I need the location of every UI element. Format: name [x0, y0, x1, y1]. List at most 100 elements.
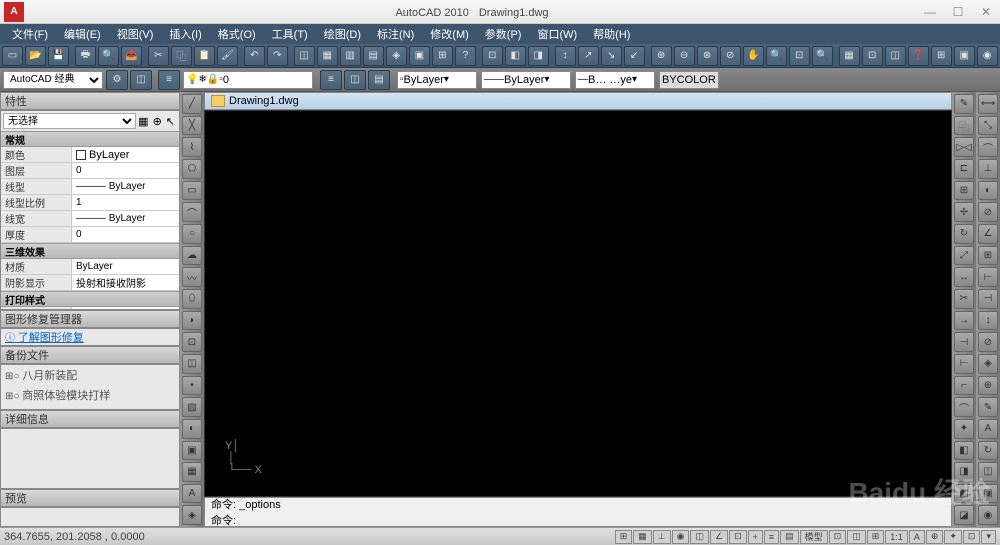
tool-icon[interactable]: ▣ [978, 484, 998, 504]
preview-header[interactable]: 预览 [0, 489, 180, 507]
prop-value[interactable]: 1 [71, 195, 179, 210]
fillet-icon[interactable]: ⌒ [954, 397, 974, 417]
recover-panel-header[interactable]: 图形修复管理器 [0, 310, 180, 328]
tool-icon[interactable]: ⊡ [482, 46, 503, 66]
join-icon[interactable]: ⊢ [954, 354, 974, 374]
prop-value[interactable]: ——— ByLayer [71, 211, 179, 226]
lineweight-combo[interactable]: — B… …ye ▾ [575, 71, 655, 89]
circle-icon[interactable]: ○ [182, 224, 202, 244]
grid-toggle[interactable]: ▦ [633, 530, 652, 544]
menu-draw[interactable]: 绘图(D) [316, 24, 369, 44]
properties-panel-header[interactable]: 特性 [0, 92, 180, 110]
prop-value[interactable]: ByLayer [71, 259, 179, 274]
layer-props-icon[interactable]: ≡ [158, 70, 180, 90]
tool-icon[interactable]: ◫ [294, 46, 315, 66]
preview-icon[interactable]: 🔍 [98, 46, 119, 66]
dim-space-icon[interactable]: ↕ [978, 311, 998, 331]
tool-icon[interactable]: ⊘ [720, 46, 741, 66]
trim-icon[interactable]: ✂ [954, 289, 974, 309]
command-line[interactable]: 命令: _options 命令: [204, 497, 952, 527]
center-mark-icon[interactable]: ⊕ [978, 376, 998, 396]
zoom-prev-icon[interactable]: 🔍 [812, 46, 833, 66]
tool-icon[interactable]: ⊞ [432, 46, 453, 66]
prop-group-3d[interactable]: 三维效果 [1, 243, 179, 259]
dim-diameter-icon[interactable]: ⊘ [978, 202, 998, 222]
polar-toggle[interactable]: ◉ [672, 530, 690, 544]
backup-item[interactable]: ⊞○ 八月新装配 [1, 365, 179, 385]
tool-icon[interactable]: ⊡ [963, 530, 981, 544]
qp-toggle[interactable]: ▤ [780, 530, 799, 544]
ellipse-arc-icon[interactable]: ◗ [182, 311, 202, 331]
layer-tool-icon[interactable]: ▤ [368, 70, 390, 90]
dim-arc-icon[interactable]: ⌒ [978, 137, 998, 157]
gradient-icon[interactable]: ◐ [182, 419, 202, 439]
ortho-toggle[interactable]: ⊥ [653, 530, 671, 544]
pan-icon[interactable]: ✋ [743, 46, 764, 66]
tool-icon[interactable]: ⊖ [674, 46, 695, 66]
zoom-icon[interactable]: 🔍 [766, 46, 787, 66]
cut-icon[interactable]: ✂ [148, 46, 169, 66]
minimize-button[interactable]: — [916, 2, 944, 22]
tool-icon[interactable]: ⊡ [862, 46, 883, 66]
quickselect-icon[interactable]: ▦ [136, 115, 150, 128]
prop-value[interactable]: ByLayer [71, 147, 179, 162]
tool-icon[interactable]: ◫ [130, 70, 152, 90]
open-icon[interactable]: 📂 [25, 46, 46, 66]
tool-icon[interactable]: ⊞ [867, 530, 885, 544]
scale-icon[interactable]: ⤢ [954, 246, 974, 266]
plot-icon[interactable]: 🖶 [75, 46, 96, 66]
undo-icon[interactable]: ↶ [244, 46, 265, 66]
dyn-toggle[interactable]: + [748, 530, 763, 544]
recover-link[interactable]: ⓘ 了解图形修复 [1, 329, 88, 346]
coordinates-display[interactable]: 364.7655, 201.2058 , 0.0000 [4, 531, 184, 543]
match-icon[interactable]: 🖌 [217, 46, 238, 66]
dim-aligned-icon[interactable]: ⤡ [978, 116, 998, 136]
tool-icon[interactable]: ▤ [363, 46, 384, 66]
tool-icon[interactable]: ✦ [944, 530, 962, 544]
ellipse-icon[interactable]: ⬯ [182, 289, 202, 309]
menu-tools[interactable]: 工具(T) [264, 24, 316, 44]
dim-baseline-icon[interactable]: ⊢ [978, 267, 998, 287]
tool-icon[interactable]: ↘ [601, 46, 622, 66]
annovis-button[interactable]: A [909, 530, 925, 544]
offset-icon[interactable]: ⊏ [954, 159, 974, 179]
arc-icon[interactable]: ⌒ [182, 202, 202, 222]
prop-value[interactable]: 投射和接收阴影 [71, 275, 179, 290]
tool-icon[interactable]: ? [455, 46, 476, 66]
dim-quick-icon[interactable]: ⊞ [978, 246, 998, 266]
tool-icon[interactable]: ⊗ [697, 46, 718, 66]
menu-modify[interactable]: 修改(M) [422, 24, 477, 44]
tool-icon[interactable]: ⊕ [926, 530, 944, 544]
polygon-icon[interactable]: ⬠ [182, 159, 202, 179]
dim-edit-icon[interactable]: ✎ [978, 397, 998, 417]
close-button[interactable]: ✕ [972, 2, 1000, 22]
copy-icon[interactable]: ⿻ [171, 46, 192, 66]
drawing-viewport[interactable]: Y│ │ └── X [204, 110, 952, 497]
tool-icon[interactable]: ⊡ [829, 530, 847, 544]
tolerance-icon[interactable]: ◈ [978, 354, 998, 374]
maximize-button[interactable]: ☐ [944, 2, 972, 22]
line-icon[interactable]: ╱ [182, 94, 202, 114]
tool-icon[interactable]: ◈ [182, 505, 202, 525]
redo-icon[interactable]: ↷ [267, 46, 288, 66]
mtext-icon[interactable]: A [182, 484, 202, 504]
tool-icon[interactable]: ▣ [954, 46, 975, 66]
pickadd-icon[interactable]: ⊕ [151, 115, 164, 128]
color-combo[interactable]: ▫ByLayer ▾ [397, 71, 477, 89]
menu-window[interactable]: 窗口(W) [529, 24, 585, 44]
gear-icon[interactable]: ⚙ [106, 70, 128, 90]
block-icon[interactable]: ◫ [182, 354, 202, 374]
tool-icon[interactable]: ◨ [528, 46, 549, 66]
chamfer-icon[interactable]: ⌐ [954, 376, 974, 396]
tool-icon[interactable]: ⊞ [931, 46, 952, 66]
prop-group-plot[interactable]: 打印样式 [1, 291, 179, 307]
dim-continue-icon[interactable]: ⊣ [978, 289, 998, 309]
otrack-toggle[interactable]: ∠ [710, 530, 728, 544]
menu-file[interactable]: 文件(F) [4, 24, 56, 44]
document-tab[interactable]: Drawing1.dwg [204, 92, 952, 110]
tool-icon[interactable]: ◉ [978, 505, 998, 525]
rotate-icon[interactable]: ↻ [954, 224, 974, 244]
tool-icon[interactable]: ↙ [624, 46, 645, 66]
dim-linear-icon[interactable]: ⟷ [978, 94, 998, 114]
prop-value[interactable]: 0 [71, 163, 179, 178]
